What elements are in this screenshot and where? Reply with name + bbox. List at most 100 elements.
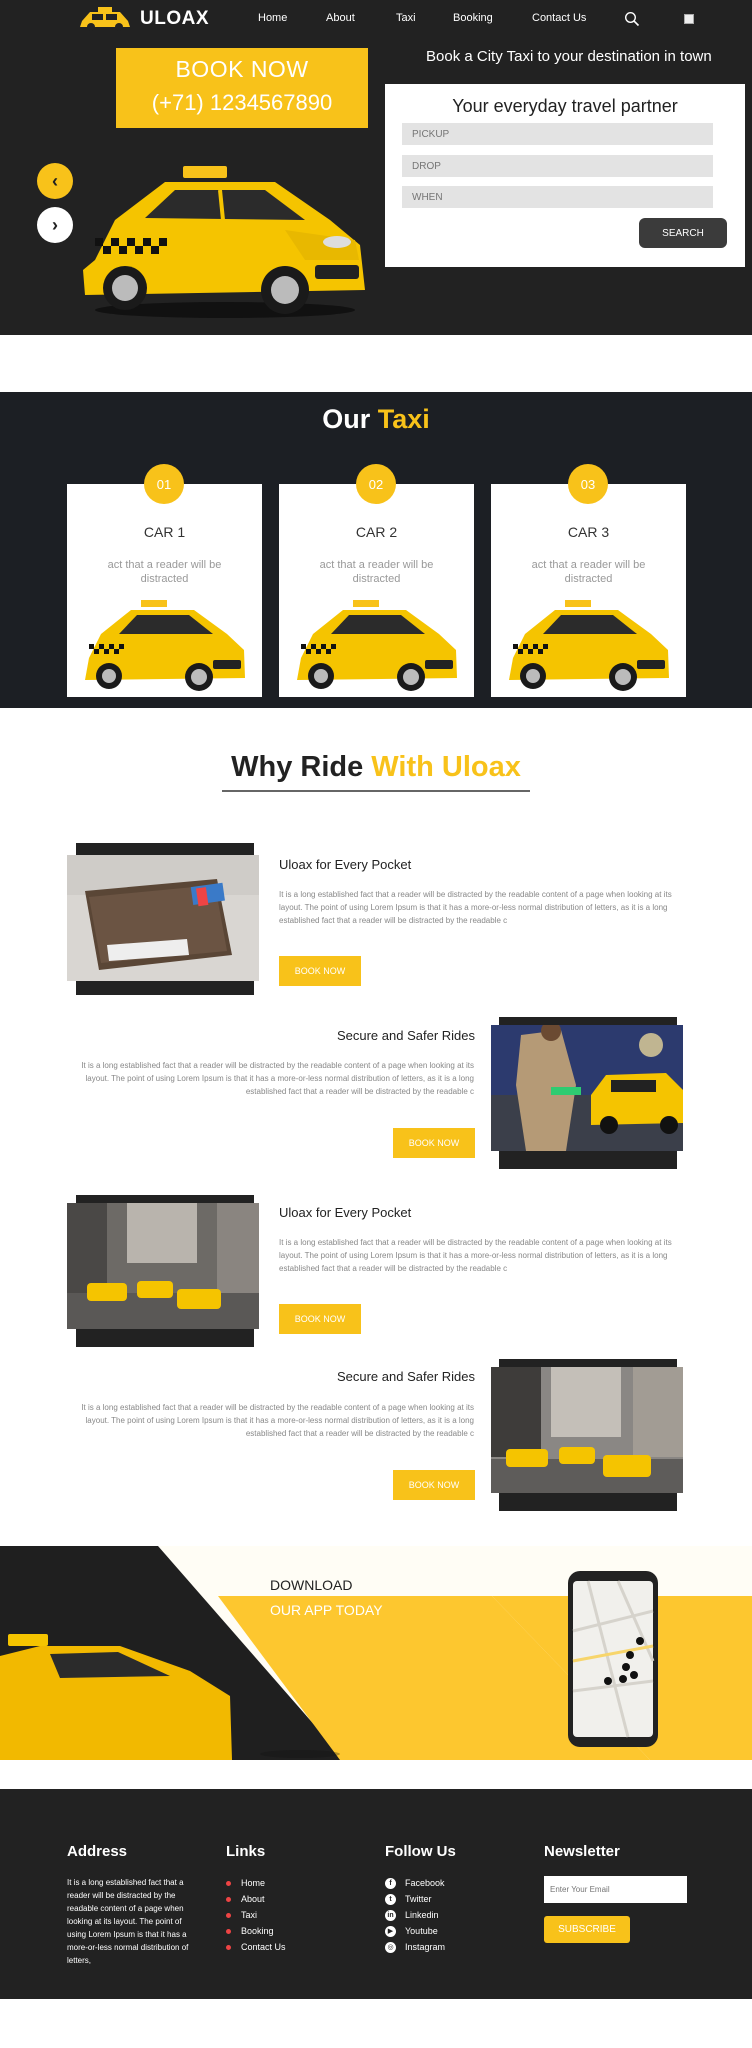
car-number-badge: 02 bbox=[356, 464, 396, 504]
social-label: Instagram bbox=[405, 1942, 446, 1952]
follow-heading: Follow Us bbox=[385, 1843, 456, 1860]
footer-links: Home About Taxi Booking Contact Us bbox=[226, 1875, 286, 1955]
wallet-image bbox=[67, 855, 259, 981]
social-facebook[interactable]: f Facebook bbox=[385, 1875, 445, 1891]
book-now-button[interactable]: BOOK NOW bbox=[393, 1470, 475, 1500]
drop-field[interactable] bbox=[402, 155, 713, 177]
page: ULOAX Home About Taxi Booking Contact Us… bbox=[0, 0, 752, 2048]
title-highlight: With Uloax bbox=[371, 751, 521, 783]
address-heading: Address bbox=[67, 1843, 128, 1860]
car-description: act that a reader will be distracted bbox=[107, 559, 222, 585]
taxi-image bbox=[297, 600, 457, 691]
car-description: act that a reader will be distracted bbox=[531, 559, 646, 585]
footer-link-taxi[interactable]: Taxi bbox=[226, 1907, 286, 1923]
feature-title: Secure and Safer Rides bbox=[336, 1028, 475, 1043]
hero-section: ULOAX Home About Taxi Booking Contact Us… bbox=[0, 0, 752, 335]
nav-home[interactable]: Home bbox=[258, 12, 287, 24]
city-taxis-image bbox=[67, 1203, 259, 1329]
footer-link-booking[interactable]: Booking bbox=[226, 1923, 286, 1939]
bullet-icon bbox=[226, 1944, 231, 1950]
top-nav: ULOAX Home About Taxi Booking Contact Us bbox=[0, 0, 752, 38]
social-label: Linkedin bbox=[405, 1910, 439, 1920]
link-label: Home bbox=[241, 1878, 266, 1888]
footer-link-contact[interactable]: Contact Us bbox=[226, 1939, 286, 1955]
brand-name: ULOAX bbox=[140, 8, 209, 29]
social-links: f Facebook t Twitter in Linkedin ▶ Youtube ◎… bbox=[385, 1875, 445, 1955]
facebook-icon: f bbox=[385, 1877, 396, 1889]
youtube-icon: ▶ bbox=[385, 1925, 396, 1937]
download-subtitle: OUR APP TODAY bbox=[270, 1602, 383, 1618]
search-button[interactable]: SEARCH bbox=[639, 218, 727, 248]
title-underline bbox=[222, 790, 530, 792]
carousel-prev-button[interactable]: ‹ bbox=[37, 163, 73, 199]
feature-title: Uloax for Every Pocket bbox=[279, 1205, 412, 1220]
newsletter-email-input[interactable] bbox=[544, 1876, 687, 1903]
download-title: DOWNLOAD bbox=[270, 1577, 353, 1593]
hero-tagline: Book a City Taxi to your destination in … bbox=[426, 48, 712, 65]
feature-text: It is a long established fact that a rea… bbox=[81, 1061, 474, 1096]
social-label: Youtube bbox=[405, 1926, 438, 1936]
our-taxi-title: Our Taxi bbox=[0, 404, 752, 435]
footer-link-about[interactable]: About bbox=[226, 1891, 286, 1907]
carousel-next-button[interactable]: › bbox=[37, 207, 73, 243]
nav-contact[interactable]: Contact Us bbox=[532, 12, 586, 24]
book-now-button[interactable]: BOOK NOW bbox=[393, 1128, 475, 1158]
nav-booking[interactable]: Booking bbox=[453, 12, 493, 24]
social-instagram[interactable]: ◎ Instagram bbox=[385, 1939, 445, 1955]
car-name: CAR 1 bbox=[143, 524, 186, 540]
social-linkedin[interactable]: in Linkedin bbox=[385, 1907, 445, 1923]
linkedin-icon: in bbox=[385, 1909, 396, 1921]
car-number-badge: 01 bbox=[144, 464, 184, 504]
phone-number: (+71) 1234567890 bbox=[151, 90, 333, 115]
car-card[interactable]: 03 CAR 3 act that a reader will be distr… bbox=[491, 464, 686, 697]
title-main: Why Ride bbox=[231, 751, 364, 783]
bullet-icon bbox=[226, 1912, 231, 1918]
bullet-icon bbox=[226, 1928, 231, 1934]
hero-taxi-image bbox=[83, 166, 365, 318]
bullet-icon bbox=[226, 1880, 231, 1886]
instagram-icon: ◎ bbox=[385, 1941, 396, 1953]
social-label: Facebook bbox=[405, 1878, 445, 1888]
link-label: About bbox=[241, 1894, 265, 1904]
book-now-banner[interactable]: BOOK NOW (+71) 1234567890 bbox=[116, 48, 368, 128]
when-field[interactable] bbox=[402, 186, 713, 208]
search-icon[interactable] bbox=[624, 11, 640, 27]
feature-title: Secure and Safer Rides bbox=[336, 1369, 475, 1384]
taxi-image bbox=[85, 600, 245, 691]
links-heading: Links bbox=[226, 1843, 266, 1860]
link-label: Taxi bbox=[241, 1910, 258, 1920]
social-twitter[interactable]: t Twitter bbox=[385, 1891, 445, 1907]
car-description: act that a reader will be distracted bbox=[319, 559, 434, 585]
logo[interactable]: ULOAX bbox=[78, 6, 209, 32]
car-card[interactable]: 01 CAR 1 act that a reader will be distr… bbox=[67, 464, 262, 697]
chevron-right-icon: › bbox=[52, 214, 58, 235]
car-card[interactable]: 02 CAR 2 act that a reader will be distr… bbox=[279, 464, 474, 697]
footer-link-home[interactable]: Home bbox=[226, 1875, 286, 1891]
social-label: Twitter bbox=[405, 1894, 432, 1904]
broken-image-icon bbox=[684, 14, 694, 24]
subscribe-button[interactable]: SUBSCRIBE bbox=[544, 1916, 630, 1943]
social-youtube[interactable]: ▶ Youtube bbox=[385, 1923, 445, 1939]
feature-title: Uloax for Every Pocket bbox=[279, 857, 412, 872]
booking-form: Your everyday travel partner SEARCH bbox=[385, 84, 745, 267]
car-name: CAR 3 bbox=[567, 524, 610, 540]
pickup-field[interactable] bbox=[402, 123, 713, 145]
book-now-button[interactable]: BOOK NOW bbox=[279, 1304, 361, 1334]
phone-app-image bbox=[568, 1571, 658, 1747]
feature-text: It is a long established fact that a rea… bbox=[81, 1403, 474, 1438]
taxi-logo-icon bbox=[80, 7, 130, 31]
car-number-badge: 03 bbox=[568, 464, 608, 504]
title-main: Our bbox=[322, 404, 371, 434]
form-title: Your everyday travel partner bbox=[452, 96, 678, 116]
nav-taxi[interactable]: Taxi bbox=[396, 12, 416, 24]
newsletter-heading: Newsletter bbox=[544, 1843, 620, 1860]
passenger-taxi-image bbox=[491, 1025, 683, 1151]
download-app-section bbox=[0, 1546, 752, 1760]
bullet-icon bbox=[226, 1896, 231, 1902]
title-highlight: Taxi bbox=[377, 404, 430, 434]
car-name: CAR 2 bbox=[355, 524, 398, 540]
nav-about[interactable]: About bbox=[326, 12, 355, 24]
chevron-left-icon: ‹ bbox=[52, 170, 58, 191]
book-now-label: BOOK NOW bbox=[175, 56, 309, 82]
book-now-button[interactable]: BOOK NOW bbox=[279, 956, 361, 986]
